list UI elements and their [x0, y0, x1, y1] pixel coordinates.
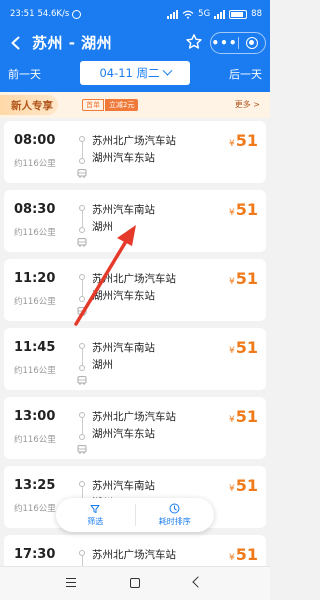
- bus-icon: [77, 169, 87, 178]
- mini-program-capsule: •••: [210, 32, 266, 54]
- arrival-station: 湖州: [92, 221, 113, 233]
- ticket-price: ¥51: [229, 476, 258, 495]
- promo-more-link[interactable]: 更多 >: [235, 99, 260, 110]
- bus-icon: [77, 238, 87, 247]
- ticket-price: ¥51: [229, 407, 258, 426]
- bus-icon: [77, 445, 87, 454]
- date-selector[interactable]: 04-11 周二: [80, 61, 190, 85]
- clock-icon: [169, 503, 180, 514]
- bus-icon: [77, 307, 87, 316]
- currency-symbol: ¥: [229, 553, 235, 563]
- more-button[interactable]: •••: [211, 37, 238, 49]
- departure-time: 13:00: [14, 409, 56, 424]
- date-label: 04-11 周二: [99, 66, 160, 80]
- departure-time: 17:30: [14, 547, 56, 562]
- promo-first-order-badge: 首单: [82, 99, 104, 111]
- arrival-station: 湖州汽车东站: [92, 152, 155, 164]
- promo-tag: 新人专享: [0, 95, 58, 115]
- battery-level: 88: [251, 9, 262, 19]
- trip-card[interactable]: 11:45 约116公里 苏州汽车南站 湖州 ¥51: [4, 328, 266, 390]
- currency-symbol: ¥: [229, 415, 235, 425]
- header: 23:51 54.6K/s 5G 88 苏州 - 湖州 ••• 前一天 04-1…: [0, 0, 270, 92]
- price-amount: 51: [235, 200, 258, 219]
- status-speed: 54.6K/s: [37, 9, 70, 19]
- ticket-price: ¥51: [229, 131, 258, 150]
- ticket-price: ¥51: [229, 269, 258, 288]
- trip-card[interactable]: 13:00 约116公里 苏州北广场汽车站 湖州汽车东站 ¥51: [4, 397, 266, 459]
- departure-station: 苏州北广场汽车站: [92, 135, 176, 147]
- departure-time: 08:00: [14, 133, 56, 148]
- arrival-station: 湖州汽车东站: [92, 290, 155, 302]
- close-button[interactable]: [239, 37, 265, 49]
- trip-card[interactable]: 08:00 约116公里 苏州北广场汽车站 湖州汽车东站 ¥51: [4, 121, 266, 183]
- ticket-price: ¥51: [229, 338, 258, 357]
- departure-time: 11:45: [14, 340, 56, 355]
- departure-station: 苏州汽车南站: [92, 480, 155, 492]
- system-nav-bar: [0, 566, 270, 600]
- sort-duration-button[interactable]: 耗时排序: [136, 498, 215, 532]
- battery-icon: [229, 9, 248, 19]
- back-icon[interactable]: [8, 35, 24, 51]
- departure-station: 苏州北广场汽车站: [92, 411, 176, 423]
- title-row: 苏州 - 湖州 •••: [0, 28, 270, 58]
- trip-distance: 约116公里: [14, 435, 56, 445]
- close-circle-icon: [245, 37, 258, 49]
- departure-time: 08:30: [14, 202, 56, 217]
- nav-menu-icon[interactable]: [66, 578, 76, 588]
- next-day-button[interactable]: 后一天: [229, 66, 262, 82]
- departure-time: 13:25: [14, 478, 56, 493]
- nav-home-icon[interactable]: [130, 578, 140, 588]
- trip-distance: 约116公里: [14, 228, 56, 238]
- filter-label: 筛选: [87, 516, 104, 526]
- currency-symbol: ¥: [229, 484, 235, 494]
- currency-symbol: ¥: [229, 346, 235, 356]
- trip-card[interactable]: 08:30 约116公里 苏州汽车南站 湖州 ¥51: [4, 190, 266, 252]
- page-title: 苏州 - 湖州: [32, 34, 113, 52]
- chevron-down-icon: [162, 65, 172, 76]
- status-time: 23:51: [10, 9, 35, 19]
- date-row: 前一天 04-11 周二 后一天: [0, 60, 270, 86]
- sort-label: 耗时排序: [158, 517, 191, 526]
- currency-symbol: ¥: [229, 208, 235, 218]
- filter-button[interactable]: 筛选: [56, 498, 135, 532]
- trip-distance: 约116公里: [14, 159, 56, 169]
- price-amount: 51: [235, 407, 258, 426]
- ticket-price: ¥51: [229, 545, 258, 564]
- signal-icon-2: [214, 9, 226, 19]
- trip-distance: 约116公里: [14, 504, 56, 514]
- star-icon[interactable]: [185, 33, 203, 51]
- arrival-station: 湖州: [92, 359, 113, 371]
- trip-distance: 约116公里: [14, 366, 56, 376]
- trip-distance: 约116公里: [14, 297, 56, 307]
- trip-card[interactable]: 11:20 约116公里 苏州北广场汽车站 湖州汽车东站 ¥51: [4, 259, 266, 321]
- currency-symbol: ¥: [229, 139, 235, 149]
- wifi-icon: [182, 10, 194, 19]
- price-amount: 51: [235, 476, 258, 495]
- bus-icon: [77, 376, 87, 385]
- status-bar: 23:51 54.6K/s 5G 88: [0, 0, 270, 28]
- departure-station: 苏州北广场汽车站: [92, 549, 176, 561]
- price-amount: 51: [235, 131, 258, 150]
- price-amount: 51: [235, 545, 258, 564]
- signal-icon: [167, 9, 179, 19]
- departure-station: 苏州汽车南站: [92, 204, 155, 216]
- funnel-icon: [90, 504, 100, 513]
- departure-station: 苏州北广场汽车站: [92, 273, 176, 285]
- ticket-price: ¥51: [229, 200, 258, 219]
- network-type: 5G: [198, 9, 211, 19]
- currency-symbol: ¥: [229, 277, 235, 287]
- prev-day-button[interactable]: 前一天: [8, 66, 41, 82]
- price-amount: 51: [235, 338, 258, 357]
- departure-time: 11:20: [14, 271, 56, 286]
- alarm-icon: [72, 9, 82, 19]
- promo-bar[interactable]: 新人专享 首单 立减2元 更多 >: [0, 92, 270, 118]
- price-amount: 51: [235, 269, 258, 288]
- floating-filter-bar: 筛选 耗时排序: [56, 498, 214, 532]
- departure-station: 苏州汽车南站: [92, 342, 155, 354]
- arrival-station: 湖州汽车东站: [92, 428, 155, 440]
- promo-discount-badge: 立减2元: [105, 99, 139, 111]
- nav-back-icon[interactable]: [192, 576, 204, 588]
